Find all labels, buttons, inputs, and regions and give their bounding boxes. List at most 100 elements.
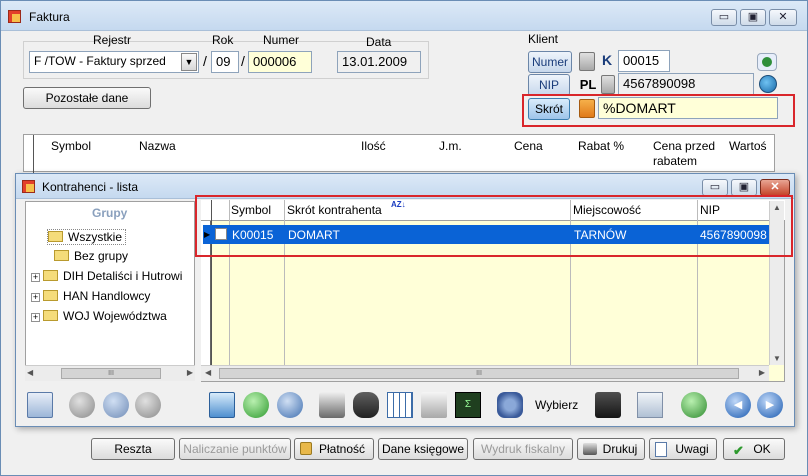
app-logo-icon	[8, 10, 21, 23]
klient-nip-field[interactable]: 4567890098	[618, 73, 754, 95]
platnosc-button[interactable]: Płatność	[294, 438, 374, 460]
numer-label: Numer	[263, 33, 300, 47]
expand-icon[interactable]: +	[31, 293, 40, 302]
wydruk-fiskalny-button[interactable]: Wydruk fiskalny	[473, 438, 573, 460]
globe-icon[interactable]	[759, 75, 777, 93]
dane-ksiegowe-button[interactable]: Dane księgowe	[378, 438, 468, 460]
copy-windows-icon[interactable]	[637, 392, 663, 418]
last-record-icon[interactable]: ▶	[757, 392, 783, 418]
skrot-field[interactable]: %DOMART	[598, 97, 778, 119]
rejestr-label: Rejestr	[93, 33, 132, 47]
expand-icon[interactable]: +	[31, 313, 40, 322]
window-title: Faktura	[29, 10, 70, 24]
group-item-woj[interactable]: + WOJ Województwa	[31, 309, 167, 323]
rejestr-dropdown-icon[interactable]: ▼	[181, 53, 197, 71]
kontrahenci-maximize-button[interactable]: ▣	[731, 179, 757, 196]
kontrahenci-title: Kontrahenci - lista	[42, 180, 139, 194]
app-logo-icon	[22, 180, 35, 193]
kontrahenci-close-button[interactable]: ✕	[760, 179, 790, 196]
payment-icon	[300, 442, 312, 455]
naliczanie-punktow-button[interactable]: Naliczanie punktów	[179, 438, 291, 460]
rejestr-select[interactable]: F /TOW - Faktury sprzed	[29, 51, 199, 73]
kontrahenci-minimize-button[interactable]: ▭	[702, 179, 728, 196]
rok-label: Rok	[212, 33, 234, 47]
grid-horizontal-scrollbar[interactable]: ◀ III ▶	[201, 365, 769, 381]
add-group-icon[interactable]	[69, 392, 95, 418]
database-icon[interactable]	[601, 75, 615, 94]
items-col-cena[interactable]: Cena	[514, 139, 543, 153]
data-field[interactable]: 13.01.2009	[337, 51, 421, 73]
scroll-down-icon[interactable]: ▼	[773, 354, 781, 363]
filter-icon[interactable]	[421, 392, 447, 418]
faktura-window: Faktura ▭ ▣ ✕ Rejestr F /TOW - Faktury s…	[0, 0, 808, 476]
nip-prefix-pl: PL	[579, 77, 597, 92]
database-icon[interactable]	[579, 52, 595, 71]
first-record-icon[interactable]: ◀	[725, 392, 751, 418]
group-manage-icon[interactable]	[27, 392, 53, 418]
group-item-wszystkie[interactable]: Wszystkie	[47, 229, 126, 245]
group-item-dih[interactable]: + DIH Detaliści i Hutrowi	[31, 269, 193, 283]
pozostale-dane-button[interactable]: Pozostałe dane	[23, 87, 151, 109]
drukuj-button[interactable]: Drukuj	[577, 438, 645, 460]
expand-icon[interactable]: +	[31, 273, 40, 282]
items-col-jm[interactable]: J.m.	[439, 139, 462, 153]
numer-field[interactable]: 000006	[248, 51, 312, 73]
items-col-nazwa[interactable]: Nazwa	[139, 139, 176, 153]
open-card-icon[interactable]	[209, 392, 235, 418]
ok-label: OK	[753, 442, 771, 456]
separator-slash: /	[203, 53, 207, 69]
items-col-wartosc[interactable]: Wartoś	[729, 139, 773, 153]
ok-button[interactable]: ✔ OK	[723, 438, 785, 460]
columns-icon[interactable]	[387, 392, 413, 418]
maximize-button[interactable]: ▣	[740, 9, 766, 26]
select-gears-icon[interactable]	[497, 392, 523, 418]
folder-icon	[43, 270, 58, 281]
items-col-symbol[interactable]: Symbol	[51, 139, 91, 153]
data-label: Data	[366, 35, 392, 49]
binoculars-icon[interactable]	[353, 392, 379, 418]
klient-card-icon[interactable]	[757, 53, 777, 71]
klient-numer-field[interactable]: 00015	[618, 50, 670, 72]
close-button[interactable]: ✕	[769, 9, 797, 26]
uwagi-button[interactable]: Uwagi	[649, 438, 717, 460]
faktura-titlebar[interactable]: Faktura ▭ ▣ ✕	[1, 1, 807, 31]
wybierz-label[interactable]: Wybierz	[535, 398, 578, 412]
group-label: WOJ Województwa	[63, 309, 167, 323]
reszta-button[interactable]: Reszta	[91, 438, 175, 460]
contractor-highlight-box	[195, 195, 793, 257]
nip-button[interactable]: NIP	[528, 74, 570, 96]
scroll-left-icon[interactable]: ◀	[27, 368, 33, 377]
separator-slash: /	[241, 53, 245, 69]
drukuj-label: Drukuj	[602, 442, 638, 456]
skrot-button[interactable]: Skrót	[528, 98, 570, 120]
group-label: Bez grupy	[74, 249, 129, 263]
delete-group-icon[interactable]	[135, 392, 161, 418]
minimize-button[interactable]: ▭	[711, 9, 737, 26]
edit-group-icon[interactable]	[103, 392, 129, 418]
save-icon[interactable]	[595, 392, 621, 418]
scroll-thumb[interactable]: III	[61, 368, 161, 379]
scroll-left-icon[interactable]: ◀	[205, 368, 211, 377]
items-col-ilosc[interactable]: Ilość	[361, 139, 386, 153]
items-table-gridline	[33, 135, 34, 173]
add-contractor-icon[interactable]	[243, 392, 269, 418]
database-icon[interactable]	[579, 99, 595, 118]
scroll-right-icon[interactable]: ▶	[187, 368, 193, 377]
print-icon[interactable]	[319, 392, 345, 418]
groups-horizontal-scrollbar[interactable]: ◀ III ▶	[25, 365, 195, 381]
items-col-cena-przed-rabatem[interactable]: Cena przed rabatem	[653, 139, 727, 169]
printer-icon	[583, 443, 597, 455]
refresh-icon[interactable]	[681, 392, 707, 418]
edit-contractor-icon[interactable]	[277, 392, 303, 418]
group-label: Wszystkie	[68, 230, 122, 244]
items-col-rabat[interactable]: Rabat %	[578, 139, 624, 153]
group-label: HAN Handlowcy	[63, 289, 151, 303]
notes-icon	[655, 442, 667, 457]
scroll-right-icon[interactable]: ▶	[759, 368, 765, 377]
group-item-han[interactable]: + HAN Handlowcy	[31, 289, 150, 303]
sum-icon[interactable]: Σ	[455, 392, 481, 418]
scroll-thumb[interactable]: III	[219, 368, 739, 379]
rok-field[interactable]: 09	[211, 51, 239, 73]
group-item-bez-grupy[interactable]: Bez grupy	[54, 249, 128, 263]
numer-button[interactable]: Numer	[528, 51, 572, 73]
